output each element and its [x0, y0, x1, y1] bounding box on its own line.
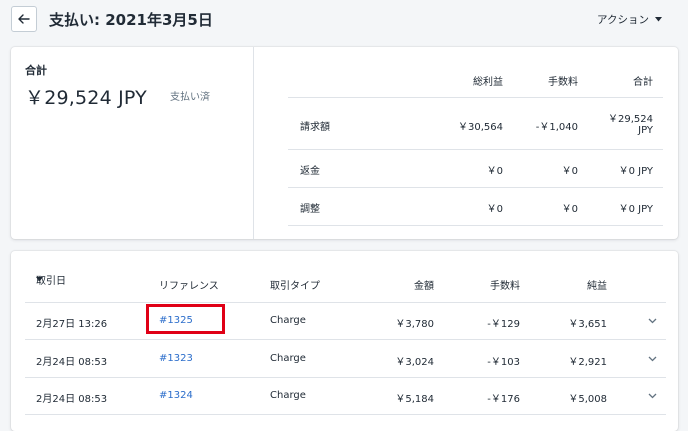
transactions-card: 取引日 リファレンス 取引タイプ 金額 手数料 純益 2月27日 13:26 #…	[11, 251, 678, 431]
tx-type: Charge	[270, 315, 306, 326]
page-title: 支払い: 2021年3月5日	[49, 11, 213, 29]
col-fee: 手数料	[490, 281, 520, 292]
divider	[253, 47, 254, 239]
tx-date: 2月24日 08:53	[36, 394, 108, 405]
tx-fee: -￥103	[487, 357, 520, 368]
chevron-down-icon	[648, 356, 657, 362]
table-row: 2月27日 13:26 #1325 Charge ￥3,780 -￥129 ￥3…	[25, 302, 666, 340]
summary-header-row: 総利益 手数料 合計	[288, 47, 663, 98]
row-gross: ￥0	[486, 204, 503, 215]
row-total-unit: JPY	[638, 125, 653, 136]
col-type: 取引タイプ	[270, 281, 320, 292]
tx-fee: -￥176	[487, 394, 520, 405]
row-fee: -￥1,040	[535, 122, 578, 133]
total-label: 合計	[25, 64, 47, 77]
col-date-label: 取引日	[36, 276, 66, 287]
caret-down-icon	[654, 17, 662, 22]
tx-reference-link[interactable]: #1323	[159, 353, 193, 364]
summary-row-refunds: 返金 ￥0 ￥0 ￥0 JPY	[288, 150, 663, 188]
total-amount: ￥29,524 JPY	[25, 87, 147, 109]
row-total: ￥29,524	[608, 114, 653, 125]
expand-row-button[interactable]	[648, 354, 657, 365]
expand-row-button[interactable]	[648, 391, 657, 402]
col-net: 純益	[587, 281, 607, 292]
highlight-box	[146, 304, 225, 334]
tx-net: ￥5,008	[568, 394, 607, 405]
actions-label: アクション	[597, 14, 649, 26]
row-fee: ￥0	[561, 204, 578, 215]
row-gross: ￥30,564	[458, 122, 503, 133]
row-label: 調整	[300, 204, 320, 215]
row-fee: ￥0	[561, 166, 578, 177]
sort-by-date-button[interactable]: 取引日	[36, 276, 66, 287]
transactions-header-row: 取引日 リファレンス 取引タイプ 金額 手数料 純益	[25, 251, 666, 303]
table-row: 2月24日 08:53 #1323 Charge ￥3,024 -￥103 ￥2…	[25, 340, 666, 378]
row-total: ￥0 JPY	[618, 204, 653, 215]
page-header: 支払い: 2021年3月5日 アクション	[0, 0, 688, 40]
summary-table: 総利益 手数料 合計 請求額 ￥30,564 -￥1,040 ￥29,524 J…	[288, 47, 663, 226]
col-gross: 総利益	[473, 77, 503, 88]
tx-amount: ￥3,024	[395, 357, 434, 368]
tx-fee: -￥129	[487, 319, 520, 330]
actions-dropdown[interactable]: アクション	[597, 12, 662, 27]
chevron-down-icon	[648, 318, 657, 324]
tx-date: 2月27日 13:26	[36, 319, 108, 330]
row-gross: ￥0	[486, 166, 503, 177]
payout-summary-card: 合計 ￥29,524 JPY 支払い済 総利益 手数料 合計 請求額 ￥30,5…	[11, 47, 678, 239]
tx-amount: ￥3,780	[395, 319, 434, 330]
arrow-left-icon	[18, 14, 30, 24]
tx-type: Charge	[270, 353, 306, 364]
expand-row-button[interactable]	[648, 316, 657, 327]
tx-net: ￥3,651	[568, 319, 607, 330]
summary-row-charges: 請求額 ￥30,564 -￥1,040 ￥29,524 JPY	[288, 98, 663, 150]
row-total: ￥0 JPY	[618, 166, 653, 177]
tx-amount: ￥5,184	[395, 394, 434, 405]
col-total: 合計	[633, 77, 653, 88]
summary-row-adjustments: 調整 ￥0 ￥0 ￥0 JPY	[288, 188, 663, 226]
row-label: 返金	[300, 166, 320, 177]
col-reference: リファレンス	[159, 281, 219, 292]
col-fee: 手数料	[548, 77, 578, 88]
row-label: 請求額	[300, 122, 330, 133]
col-amount: 金額	[414, 281, 434, 292]
tx-type: Charge	[270, 390, 306, 401]
tx-date: 2月24日 08:53	[36, 357, 108, 368]
tx-reference-link[interactable]: #1324	[159, 390, 193, 401]
tx-net: ￥2,921	[568, 357, 607, 368]
status-badge: 支払い済	[170, 92, 210, 103]
back-button[interactable]	[11, 6, 37, 32]
table-row: 2月24日 08:53 #1324 Charge ￥5,184 -￥176 ￥5…	[25, 377, 666, 415]
chevron-down-icon	[648, 393, 657, 399]
